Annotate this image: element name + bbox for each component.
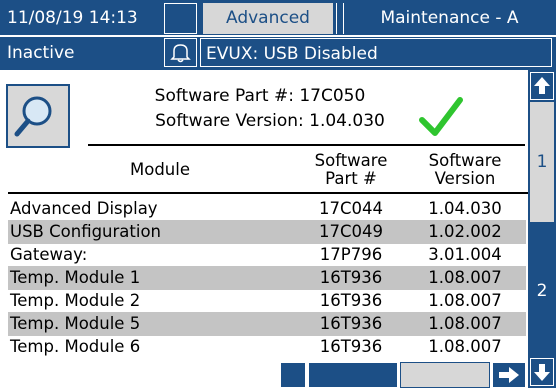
table-row: Temp. Module 1 16T936 1.08.007	[8, 266, 526, 290]
version-number: 1.08.007	[428, 291, 502, 310]
module-name: Temp. Module 1	[10, 268, 141, 287]
info-divider	[88, 144, 525, 146]
part-number: 16T936	[319, 268, 383, 287]
table-row: Temp. Module 5 16T936 1.08.007	[8, 312, 526, 336]
softkey-enter[interactable]	[492, 362, 526, 388]
bell-icon	[170, 44, 191, 63]
version-number: 1.02.002	[428, 222, 502, 241]
softkey-3[interactable]	[400, 362, 490, 388]
software-version: Software Version: 1.04.030	[155, 111, 385, 131]
table-row: USB Configuration 17C049 1.02.002	[8, 220, 526, 244]
tab-maintenance[interactable]: Maintenance - A	[347, 3, 552, 34]
part-number: 16T936	[319, 337, 383, 356]
table-row: Temp. Module 2 16T936 1.08.007	[8, 289, 526, 313]
table-row: Temp. Module 6 16T936 1.08.007	[8, 335, 526, 359]
module-name: Advanced Display	[10, 199, 158, 218]
page-1-button[interactable]: 1	[530, 102, 554, 222]
module-name: Temp. Module 5	[10, 314, 141, 333]
module-name: Gateway:	[10, 245, 88, 264]
version-number: 1.08.007	[428, 268, 502, 287]
part-number: 16T936	[319, 314, 383, 333]
arrow-down-icon	[534, 364, 550, 381]
status-inactive: Inactive	[7, 43, 75, 63]
header-button-blank[interactable]	[164, 3, 197, 34]
module-name: Temp. Module 6	[10, 337, 141, 356]
alarm-bell-box[interactable]	[164, 38, 197, 67]
softkey-2[interactable]	[308, 362, 398, 388]
version-number: 3.01.004	[428, 245, 502, 264]
col-header-version-line1: Software	[428, 151, 502, 170]
search-icon	[14, 96, 52, 137]
arrow-up-icon	[534, 77, 550, 94]
header-separator	[0, 35, 556, 37]
software-part: Software Part #: 17C050	[154, 86, 366, 106]
table-row: Gateway: 17P796 3.01.004	[8, 243, 526, 267]
module-name: USB Configuration	[10, 222, 162, 241]
col-header-module: Module	[130, 160, 190, 179]
tab-divider	[336, 3, 344, 34]
alarm-text: EVUX: USB Disabled	[200, 38, 552, 67]
col-header-part-line1: Software	[314, 151, 388, 170]
col-header-part-line2: Part #	[325, 169, 377, 188]
scroll-up-button[interactable]	[530, 72, 554, 100]
part-number: 16T936	[319, 291, 383, 310]
part-number: 17P796	[319, 245, 383, 264]
tab-advanced[interactable]: Advanced	[203, 3, 333, 34]
check-icon	[419, 97, 463, 136]
arrow-right-icon	[499, 367, 519, 383]
datetime: 11/08/19 14:13	[7, 8, 138, 28]
part-number: 17C044	[318, 199, 383, 218]
module-name: Temp. Module 2	[10, 291, 141, 310]
col-header-version-line2: Version	[434, 169, 496, 188]
part-number: 17C049	[318, 222, 383, 241]
table-header-divider	[8, 192, 528, 194]
version-number: 1.04.030	[428, 199, 502, 218]
softkey-1[interactable]	[280, 362, 306, 388]
page-2-button[interactable]: 2	[530, 226, 554, 356]
scroll-down-button[interactable]	[530, 358, 554, 386]
version-number: 1.08.007	[428, 337, 502, 356]
version-number: 1.08.007	[428, 314, 502, 333]
search-button[interactable]	[6, 84, 70, 148]
table-row: Advanced Display 17C044 1.04.030	[8, 197, 526, 221]
